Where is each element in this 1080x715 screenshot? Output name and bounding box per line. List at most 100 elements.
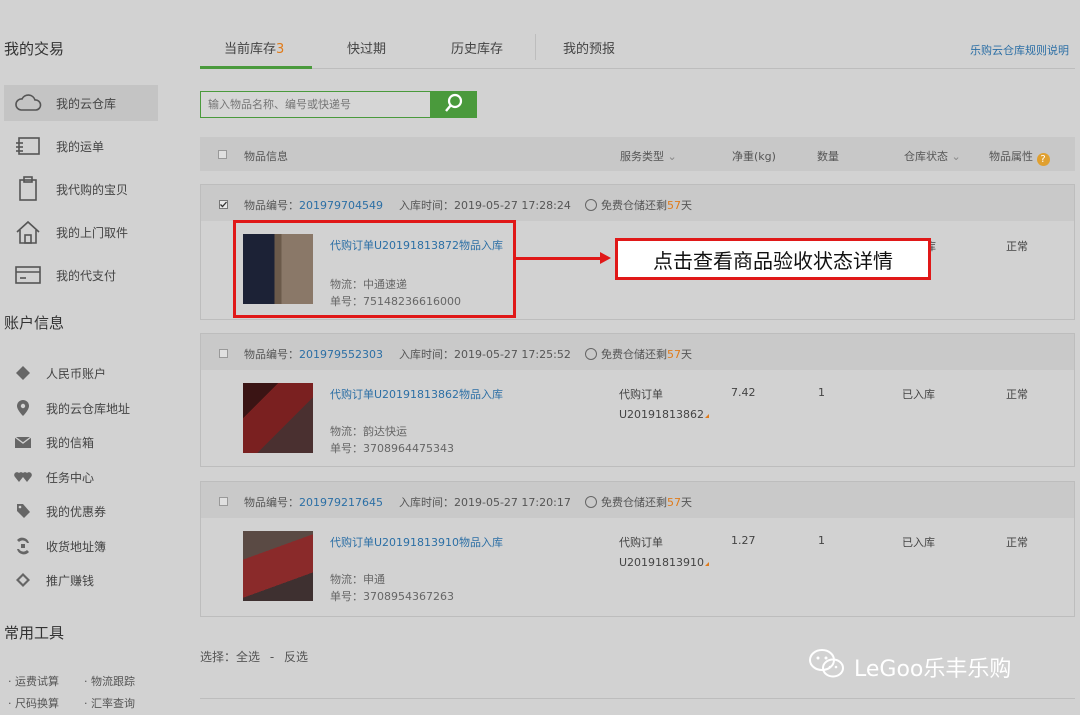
header-item-info: 物品信息 [244,150,288,163]
tool-tracking[interactable]: · 物流跟踪 [84,673,135,689]
header-service-type[interactable]: 服务类型 ⌄ [620,148,677,164]
sidebar: 我的交易 我的云仓库 我的运单 我代购的宝贝 我的上门取件 我的代支付 账户信息… [0,0,170,715]
tracking-info: 单号：3708954367263 [330,588,454,604]
watermark-text: LeGoo乐丰乐购 [854,657,1012,682]
sidebar-item-waybill[interactable]: 我的运单 [4,128,158,164]
tool-size-convert[interactable]: · 尺码换算 [8,695,59,711]
free-days-unit: 天 [681,348,692,361]
order-link[interactable]: 代购订单U20191813862物品入库 [330,386,503,402]
sidebar-item-purchases[interactable]: 我代购的宝贝 [4,171,158,207]
item-number: 物品编号：201979552303 [244,346,383,362]
tab-current-stock[interactable]: 当前库存3 [224,38,284,57]
tabs-divider-line [200,68,1075,69]
waybill-icon [14,133,42,159]
search-input[interactable] [200,91,431,118]
item-number-value[interactable]: 201979552303 [299,348,383,361]
item-checkbox[interactable] [219,349,228,358]
warehouse-status: 已入库 [902,536,935,549]
order-number-link[interactable]: U20191813862 [619,408,710,421]
free-days-value: 57 [667,348,681,361]
item-card-header: 物品编号：201979217645 入库时间：2019-05-27 17:20:… [201,482,1074,518]
sidebar-item-label: 我的优惠券 [46,504,107,519]
search-button[interactable] [430,91,477,118]
product-thumbnail[interactable] [243,531,313,601]
sidebar-item-label: 我的运单 [56,139,105,154]
tab-history[interactable]: 历史库存 [451,38,503,57]
tab-label: 当前库存 [224,42,277,57]
in-time-value: 2019-05-27 17:28:24 [454,199,571,212]
sidebar-item-warehouse-address[interactable]: 我的云仓库地址 [14,397,130,419]
item-number-value[interactable]: 201979217645 [299,496,383,509]
item-card: 物品编号：201979552303 入库时间：2019-05-27 17:25:… [200,333,1075,467]
tab-divider [535,34,536,60]
account-heading: 账户信息 [4,314,65,332]
tracking-number: 3708964475343 [363,442,454,455]
sidebar-item-pickup[interactable]: 我的上门取件 [4,214,158,250]
corner-marker-icon [705,414,710,418]
sidebar-item-payment[interactable]: 我的代支付 [4,257,158,293]
sidebar-item-coupons[interactable]: 我的优惠券 [14,500,106,522]
free-days-value: 57 [667,199,681,212]
free-storage: 免费仓储还剩57天 [585,346,692,362]
item-checkbox[interactable] [219,200,228,209]
tab-expiring[interactable]: 快过期 [347,38,386,57]
tab-count-badge: 3 [276,42,285,57]
active-tab-underline [200,66,312,69]
header-warehouse-status[interactable]: 仓库状态 ⌄ [904,148,961,164]
tracking-info: 单号：3708964475343 [330,440,454,456]
select-all-link[interactable]: 全选 [236,650,260,664]
tool-exchange-rate[interactable]: · 汇率查询 [84,695,135,711]
sidebar-item-cloud-warehouse[interactable]: 我的云仓库 [4,85,158,121]
watermark: LeGoo乐丰乐购 [808,647,1011,687]
tab-label: 我的预报 [563,42,616,57]
order-number-link[interactable]: U20191813910 [619,556,710,569]
logistics-info: 物流：申通 [330,571,385,587]
in-time-label: 入库时间： [399,496,454,509]
highlight-box [233,220,516,318]
warehouse-status: 已入库 [902,388,935,401]
in-time: 入库时间：2019-05-27 17:25:52 [399,346,571,362]
in-time-label: 入库时间： [399,348,454,361]
item-number-label: 物品编号： [244,348,299,361]
sidebar-item-rmb-account[interactable]: 人民币账户 [14,362,106,384]
item-number-value[interactable]: 201979704549 [299,199,383,212]
free-days-unit: 天 [681,496,692,509]
order-number: U20191813862 [619,408,705,421]
sidebar-item-promote[interactable]: 推广赚钱 [14,569,94,591]
select-all-checkbox[interactable] [218,150,227,159]
promote-icon [14,571,32,589]
rules-link[interactable]: 乐购云仓库规则说明 [970,42,1069,58]
search-icon [444,93,464,116]
logistics-label: 物流： [330,425,363,438]
clock-icon [585,496,597,508]
tab-my-forecast[interactable]: 我的预报 [563,38,615,57]
table-header: 物品信息 服务类型 ⌄ 净重(kg) 数量 仓库状态 ⌄ 物品属性 ? [200,137,1075,171]
free-storage-label: 免费仓储还剩 [601,199,667,212]
free-storage-label: 免费仓储还剩 [601,348,667,361]
order-link[interactable]: 代购订单U20191813910物品入库 [330,534,503,550]
free-days-value: 57 [667,496,681,509]
free-storage-label: 免费仓储还剩 [601,496,667,509]
address-book-icon [14,537,32,555]
sidebar-item-label: 我的信箱 [46,435,95,450]
courier-name: 韵达快运 [363,425,407,438]
trade-heading: 我的交易 [4,40,65,58]
item-checkbox[interactable] [219,497,228,506]
logistics-info: 物流：韵达快运 [330,423,407,439]
tool-shipping-calc[interactable]: · 运费试算 [8,673,59,689]
product-thumbnail[interactable] [243,383,313,453]
sidebar-item-label: 我的代支付 [56,268,117,283]
sidebar-item-task-center[interactable]: 任务中心 [14,466,94,488]
net-weight: 1.27 [731,534,756,547]
help-icon[interactable]: ? [1036,153,1050,166]
tracking-label: 单号： [330,590,363,603]
header-item-attribute: 物品属性 ? [989,148,1050,166]
invert-selection-link[interactable]: 反选 [284,650,308,664]
sidebar-item-label: 我的上门取件 [56,225,129,240]
tab-label: 快过期 [347,42,387,57]
sidebar-item-address-book[interactable]: 收货地址簿 [14,535,106,557]
in-time-value: 2019-05-27 17:20:17 [454,496,571,509]
location-pin-icon [14,399,32,417]
sidebar-item-mailbox[interactable]: 我的信箱 [14,431,94,453]
in-time-label: 入库时间： [399,199,454,212]
